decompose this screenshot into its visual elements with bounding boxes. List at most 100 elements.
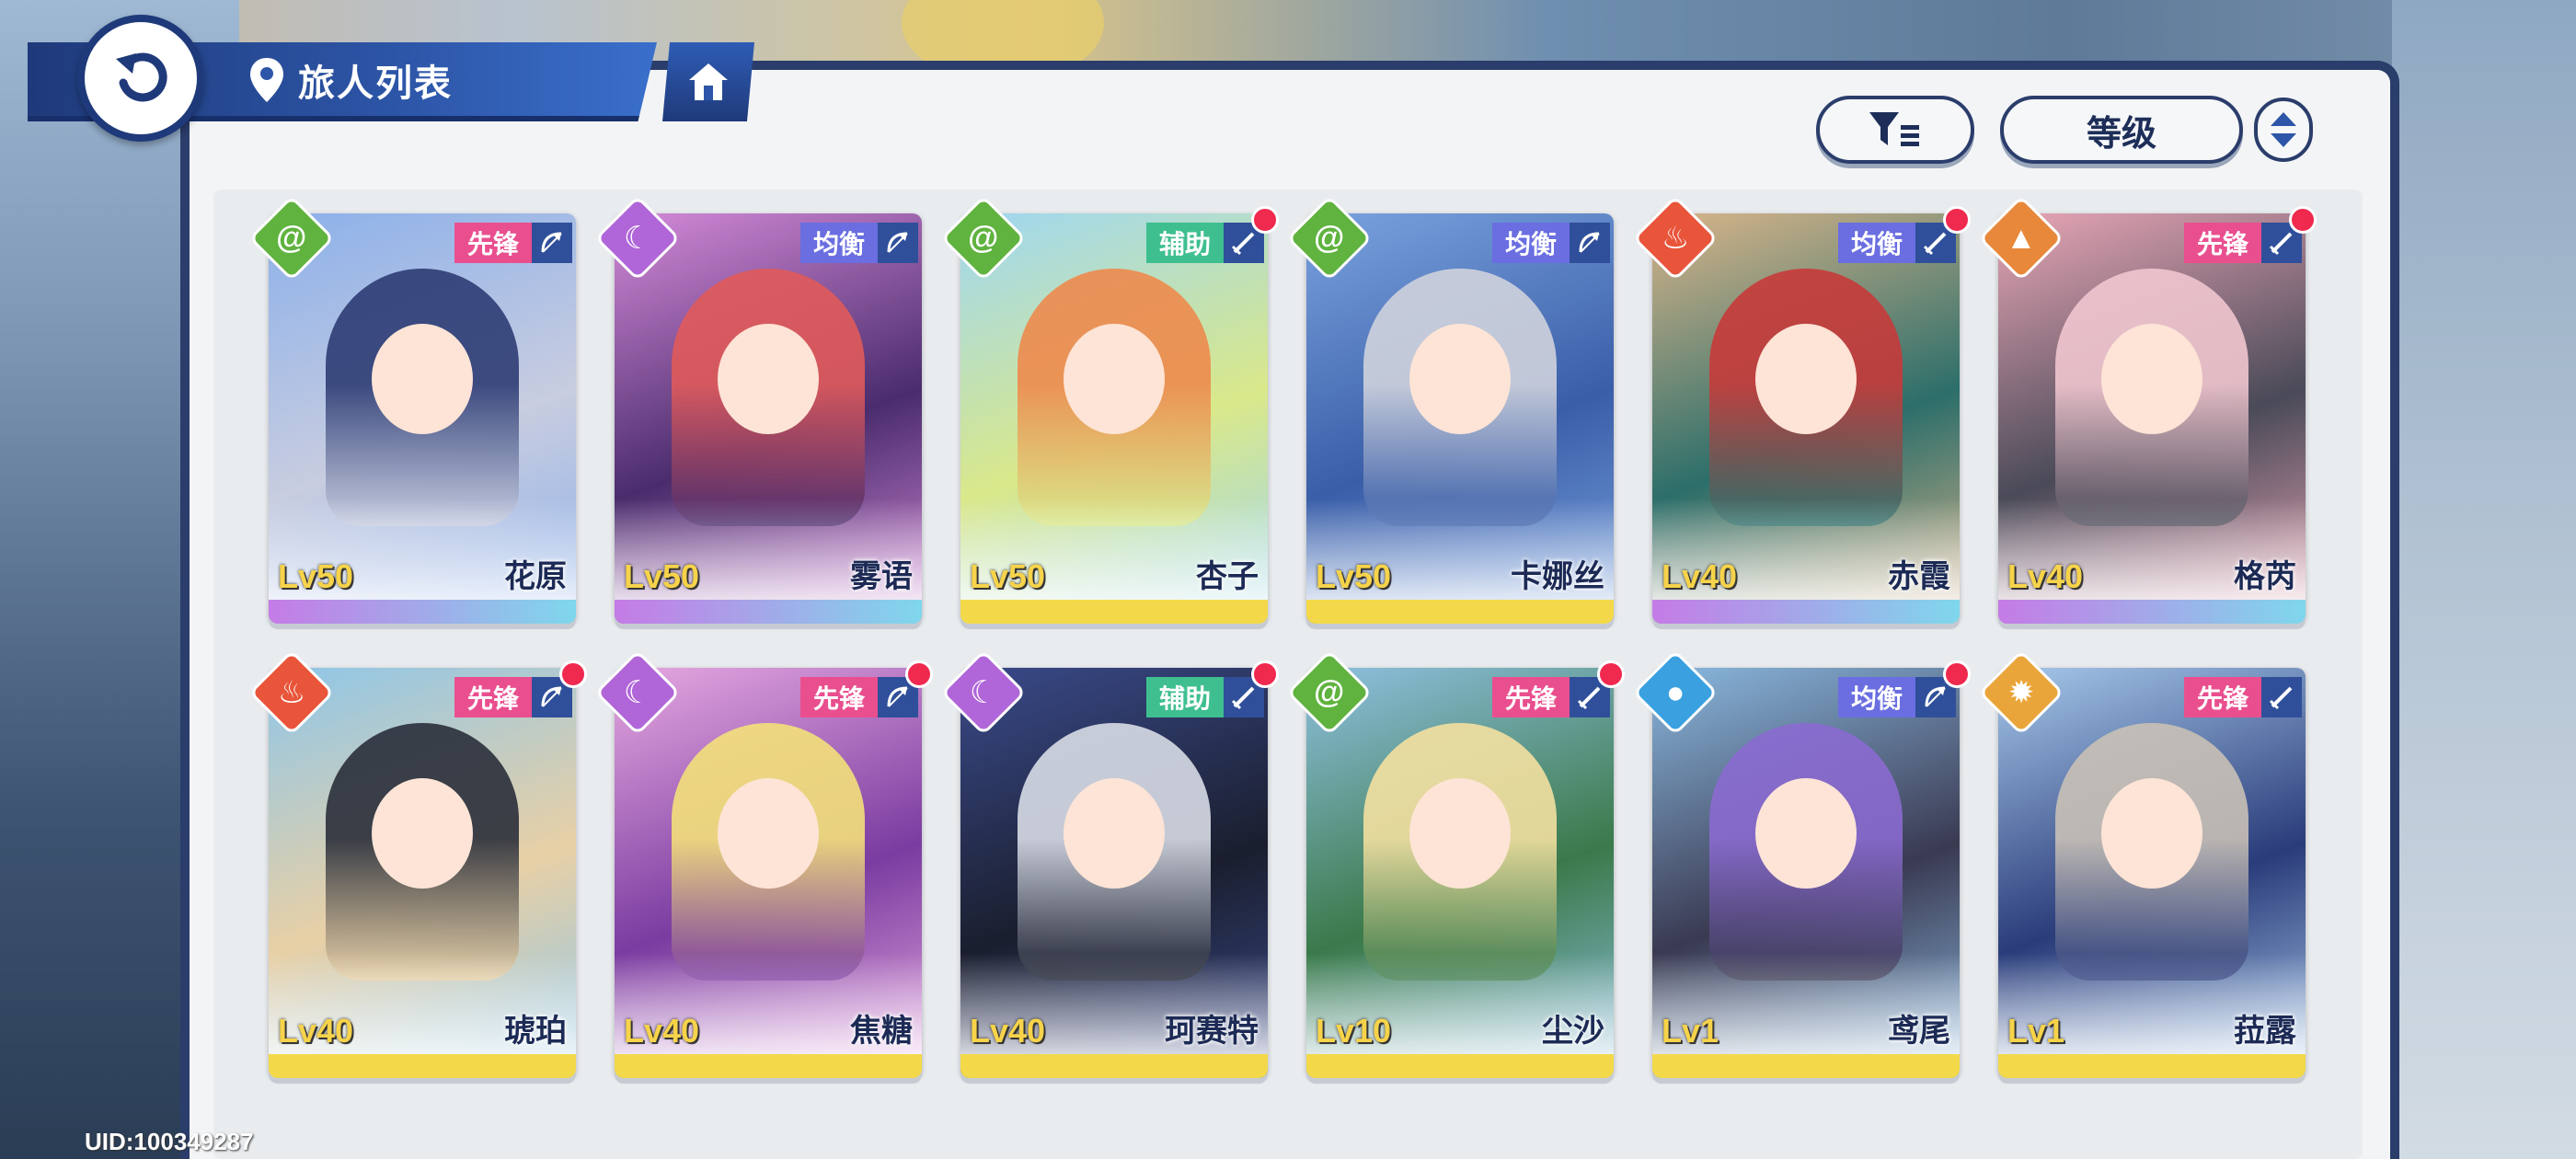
home-icon: [689, 63, 728, 100]
back-arrow-icon: [116, 52, 167, 102]
character-name: 杏子: [1196, 559, 1259, 594]
character-name: 赤霞: [1888, 559, 1950, 594]
character-name: 卡娜丝: [1511, 559, 1604, 594]
filter-icon: [1869, 112, 1919, 146]
element-glyph: @: [1314, 221, 1345, 256]
character-name: 珂赛特: [1165, 1014, 1259, 1049]
character-face: [2101, 324, 2202, 434]
character-card[interactable]: ✹ 先锋 Lv1 菈露: [1978, 649, 2306, 1078]
bow-icon: [878, 223, 918, 263]
notification-dot: [559, 660, 587, 688]
element-glyph: ☾: [969, 674, 998, 710]
notification-dot: [1597, 660, 1625, 688]
role-tag: 先锋: [454, 677, 532, 717]
role-tag: 均衡: [1837, 677, 1915, 717]
rarity-strip: [1652, 1054, 1960, 1078]
role-tag: 先锋: [2183, 223, 2261, 263]
rarity-strip: [1306, 600, 1614, 624]
home-button[interactable]: [662, 42, 754, 121]
character-level: Lv40: [624, 1012, 700, 1050]
element-glyph: @: [968, 221, 999, 256]
role-tag: 均衡: [1837, 223, 1915, 263]
sort-order-icon: [2271, 112, 2296, 147]
character-face: [1755, 778, 1857, 889]
notification-dot: [1943, 206, 1971, 234]
map-pin-icon: [250, 58, 283, 102]
character-face: [718, 778, 819, 889]
character-name: 雾语: [850, 559, 913, 594]
character-name: 琥珀: [504, 1014, 567, 1049]
bow-icon: [532, 223, 572, 263]
character-grid: @ 先锋 Lv50 花原 ☾ 均衡 Lv50 雾语 @ 辅助 Lv50 杏子 @ 均衡 Lv50 卡娜丝 ♨ 均衡…: [248, 195, 2317, 1078]
character-name: 格芮: [2234, 559, 2296, 594]
background-right: [2392, 0, 2576, 1159]
character-card[interactable]: ▲ 先锋 Lv40 格芮: [1978, 195, 2317, 624]
character-name: 鸢尾: [1888, 1014, 1950, 1049]
rarity-strip: [615, 600, 922, 624]
sword-icon: [2261, 677, 2302, 717]
character-face: [1755, 324, 1857, 434]
character-card[interactable]: @ 均衡 Lv50 卡娜丝: [1286, 195, 1614, 624]
element-glyph: @: [276, 221, 307, 256]
page-title-group: 旅人列表: [248, 50, 453, 110]
bow-icon: [1570, 223, 1610, 263]
role-tag: 先锋: [799, 677, 878, 717]
character-level: Lv1: [1662, 1012, 1719, 1050]
notification-dot: [1943, 660, 1971, 688]
element-glyph: ▲: [2006, 221, 2037, 256]
character-card[interactable]: @ 先锋 Lv10 尘沙: [1286, 649, 1625, 1078]
character-card[interactable]: ☾ 先锋 Lv40 焦糖: [594, 649, 933, 1078]
character-name: 花原: [504, 559, 567, 594]
rarity-strip: [269, 600, 576, 624]
character-face: [1409, 778, 1511, 889]
character-level: Lv1: [2007, 1012, 2065, 1050]
rarity-strip: [960, 1054, 1268, 1078]
element-glyph: ☾: [623, 220, 652, 256]
role-tag: 均衡: [1491, 223, 1570, 263]
character-card[interactable]: ♨ 均衡 Lv40 赤霞: [1632, 195, 1971, 624]
character-name: 菈露: [2234, 1014, 2296, 1049]
rarity-strip: [1998, 600, 2306, 624]
element-glyph: ●: [1665, 674, 1685, 710]
character-level: Lv10: [1316, 1012, 1392, 1050]
rarity-strip: [1306, 1054, 1614, 1078]
character-level: Lv50: [278, 557, 354, 595]
character-face: [1064, 324, 1165, 434]
element-glyph: ♨: [1661, 220, 1690, 256]
character-face: [372, 778, 473, 889]
role-tag: 辅助: [1145, 223, 1224, 263]
character-face: [372, 324, 473, 434]
character-level: Lv40: [2007, 557, 2084, 595]
rarity-strip: [1998, 1054, 2306, 1078]
character-face: [1064, 778, 1165, 889]
rarity-strip: [960, 600, 1268, 624]
character-level: Lv50: [624, 557, 700, 595]
character-name: 焦糖: [850, 1014, 913, 1049]
filter-button[interactable]: [1816, 96, 1974, 164]
character-face: [2101, 778, 2202, 889]
character-name: 尘沙: [1542, 1014, 1604, 1049]
character-level: Lv50: [1316, 557, 1392, 595]
character-level: Lv40: [278, 1012, 354, 1050]
notification-dot: [1251, 206, 1279, 234]
notification-dot: [1251, 660, 1279, 688]
sort-order-button[interactable]: [2254, 98, 2313, 162]
character-card[interactable]: ● 均衡 Lv1 鸢尾: [1632, 649, 1971, 1078]
character-level: Lv50: [970, 557, 1046, 595]
character-card[interactable]: ☾ 均衡 Lv50 雾语: [594, 195, 922, 624]
role-tag: 先锋: [454, 223, 532, 263]
page-title: 旅人列表: [298, 63, 453, 104]
character-level: Lv40: [1662, 557, 1738, 595]
notification-dot: [905, 660, 933, 688]
sort-by-button[interactable]: 等级: [2000, 96, 2243, 164]
role-tag: 先锋: [2183, 677, 2261, 717]
character-card[interactable]: @ 辅助 Lv50 杏子: [940, 195, 1279, 624]
character-card[interactable]: @ 先锋 Lv50 花原: [248, 195, 576, 624]
character-card[interactable]: ♨ 先锋 Lv40 琥珀: [248, 649, 587, 1078]
character-card[interactable]: ☾ 辅助 Lv40 珂赛特: [940, 649, 1279, 1078]
element-glyph: ☾: [623, 674, 652, 710]
notification-dot: [2289, 206, 2317, 234]
back-button[interactable]: [77, 15, 204, 142]
character-face: [1409, 324, 1511, 434]
role-tag: 均衡: [799, 223, 878, 263]
